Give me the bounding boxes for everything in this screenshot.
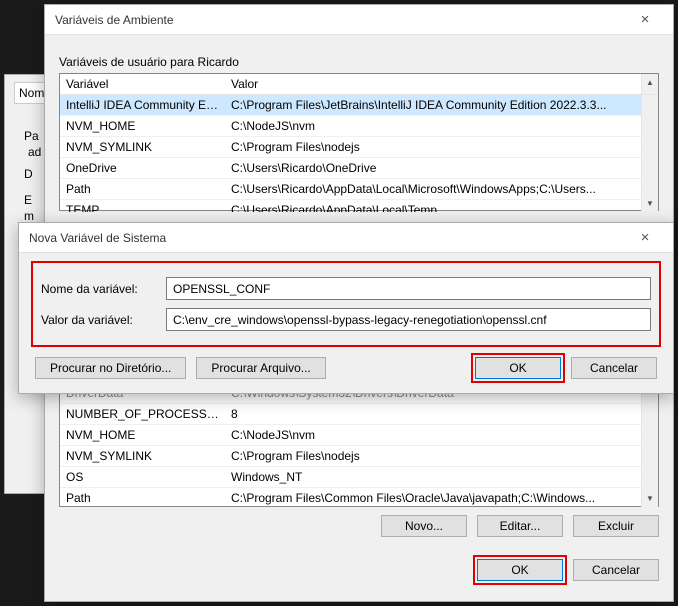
ok-button[interactable]: OK xyxy=(477,559,563,581)
user-variables-label: Variáveis de usuário para Ricardo xyxy=(59,55,659,69)
variable-name-label: Nome da variável: xyxy=(41,282,166,296)
newvar-title: Nova Variável de Sistema xyxy=(29,231,166,245)
table-row[interactable]: NVM_SYMLINKC:\Program Files\nodejs xyxy=(60,446,641,467)
col-value[interactable]: Valor xyxy=(225,74,641,94)
close-icon[interactable]: × xyxy=(625,223,665,253)
value-row: Valor da variável: xyxy=(41,308,651,331)
dialog-buttons-row: OK Cancelar xyxy=(59,559,659,581)
user-rows: ▼ IntelliJ IDEA Community Edit...C:\Prog… xyxy=(60,95,658,212)
inputs-highlight: Nome da variável: Valor da variável: xyxy=(35,265,657,343)
col-variable[interactable]: Variável xyxy=(60,74,225,94)
system-buttons-row: Novo... Editar... Excluir xyxy=(59,515,659,537)
table-row[interactable]: PathC:\Program Files\Common Files\Oracle… xyxy=(60,488,641,507)
variable-value-label: Valor da variável: xyxy=(41,313,166,327)
cancel-button[interactable]: Cancelar xyxy=(571,357,657,379)
table-row[interactable]: NUMBER_OF_PROCESSORS8 xyxy=(60,404,641,425)
table-row[interactable]: NVM_SYMLINKC:\Program Files\nodejs xyxy=(60,137,641,158)
chevron-down-icon[interactable]: ▼ xyxy=(642,490,658,507)
table-row[interactable]: PathC:\Users\Ricardo\AppData\Local\Micro… xyxy=(60,179,641,200)
name-row: Nome da variável: xyxy=(41,277,651,300)
user-variables-table[interactable]: Variável Valor ▲ ▼ IntelliJ IDEA Communi… xyxy=(59,73,659,211)
browse-directory-button[interactable]: Procurar no Diretório... xyxy=(35,357,186,379)
newvar-content: Nome da variável: Valor da variável: Pro… xyxy=(19,253,673,393)
system-variables-table[interactable]: ▼ DriverDataC:\Windows\System32\Drivers\… xyxy=(59,383,659,507)
table-header: Variável Valor ▲ xyxy=(60,74,658,95)
env-dialog-titlebar: Variáveis de Ambiente × xyxy=(45,5,673,35)
properties-left-text: Pa ad D E m xyxy=(24,128,41,224)
variable-value-input[interactable] xyxy=(166,308,651,331)
browse-file-button[interactable]: Procurar Arquivo... xyxy=(196,357,325,379)
table-row[interactable]: NVM_HOMEC:\NodeJS\nvm xyxy=(60,116,641,137)
scrollbar-track[interactable]: ▼ xyxy=(641,95,658,212)
ok-button[interactable]: OK xyxy=(475,357,561,379)
scrollbar[interactable]: ▲ xyxy=(641,74,658,94)
variable-name-input[interactable] xyxy=(166,277,651,300)
table-row[interactable]: TEMPC:\Users\Ricardo\AppData\Local\Temp xyxy=(60,200,641,212)
table-row[interactable]: OneDriveC:\Users\Ricardo\OneDrive xyxy=(60,158,641,179)
system-rows: ▼ DriverDataC:\Windows\System32\Drivers\… xyxy=(60,383,658,507)
edit-button[interactable]: Editar... xyxy=(477,515,563,537)
delete-button[interactable]: Excluir xyxy=(573,515,659,537)
env-dialog-title: Variáveis de Ambiente xyxy=(55,13,174,27)
table-row[interactable]: NVM_HOMEC:\NodeJS\nvm xyxy=(60,425,641,446)
cancel-button[interactable]: Cancelar xyxy=(573,559,659,581)
chevron-up-icon[interactable]: ▲ xyxy=(642,74,658,91)
new-system-variable-dialog: Nova Variável de Sistema × Nome da variá… xyxy=(18,222,674,394)
scrollbar-track[interactable]: ▼ xyxy=(641,383,658,507)
table-row[interactable]: IntelliJ IDEA Community Edit...C:\Progra… xyxy=(60,95,641,116)
new-button[interactable]: Novo... xyxy=(381,515,467,537)
newvar-buttons-row: Procurar no Diretório... Procurar Arquiv… xyxy=(35,357,657,379)
chevron-down-icon[interactable]: ▼ xyxy=(642,195,658,212)
close-icon[interactable]: × xyxy=(625,5,665,35)
newvar-titlebar: Nova Variável de Sistema × xyxy=(19,223,673,253)
table-row[interactable]: OSWindows_NT xyxy=(60,467,641,488)
